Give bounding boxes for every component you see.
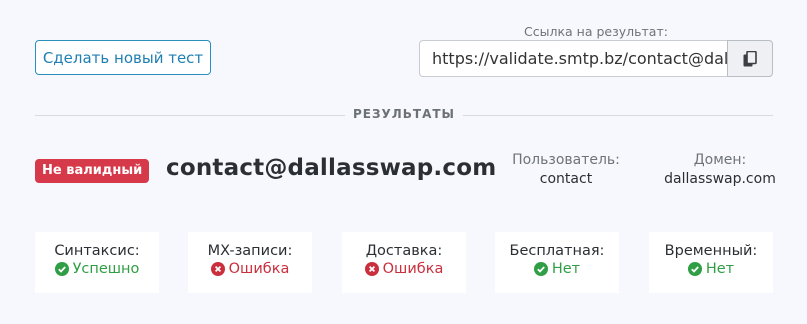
- check-label: Доставка:: [365, 243, 443, 259]
- check-circle-icon: [687, 262, 702, 276]
- copy-button[interactable]: [727, 40, 773, 77]
- check-label: Временный:: [664, 243, 758, 259]
- domain-value: dallasswap.com: [664, 171, 776, 187]
- check-label: MX-записи:: [207, 243, 293, 259]
- check-card-temporary: Временный: Нет: [649, 232, 773, 293]
- results-divider: РЕЗУЛЬТАТЫ: [35, 107, 773, 121]
- check-status: Нет: [551, 261, 581, 277]
- check-status: Ошибка: [382, 261, 444, 277]
- check-card-delivery: Доставка: Ошибка: [342, 232, 466, 293]
- x-circle-icon: [210, 262, 225, 276]
- check-circle-icon: [533, 262, 548, 276]
- x-circle-icon: [364, 262, 379, 276]
- result-link-caption: Ссылка на результат:: [524, 24, 668, 39]
- check-label: Синтаксис:: [54, 243, 140, 259]
- section-title: РЕЗУЛЬТАТЫ: [353, 107, 455, 121]
- result-link-field[interactable]: https://validate.smtp.bz/contact@dallass…: [419, 40, 727, 77]
- copy-icon: [743, 50, 757, 66]
- check-status: Нет: [705, 261, 735, 277]
- domain-info: Домен: dallasswap.com: [660, 152, 780, 187]
- user-value: contact: [539, 171, 593, 187]
- checked-email: contact@dallasswap.com: [166, 155, 497, 181]
- status-badge: Не валидный: [35, 159, 150, 183]
- result-link-group: https://validate.smtp.bz/contact@dallass…: [419, 40, 773, 77]
- user-label: Пользователь:: [512, 152, 620, 168]
- check-status: Ошибка: [228, 261, 290, 277]
- check-circle-icon: [54, 262, 69, 276]
- check-card-free: Бесплатная: Нет: [495, 232, 619, 293]
- check-status: Успешно: [72, 261, 140, 277]
- check-card-syntax: Синтаксис: Успешно: [35, 232, 159, 293]
- user-info: Пользователь: contact: [506, 152, 626, 187]
- new-test-button[interactable]: Сделать новый тест: [35, 40, 211, 75]
- check-card-mx: MX-записи: Ошибка: [188, 232, 312, 293]
- domain-label: Домен:: [693, 152, 747, 168]
- check-label: Бесплатная:: [509, 243, 605, 259]
